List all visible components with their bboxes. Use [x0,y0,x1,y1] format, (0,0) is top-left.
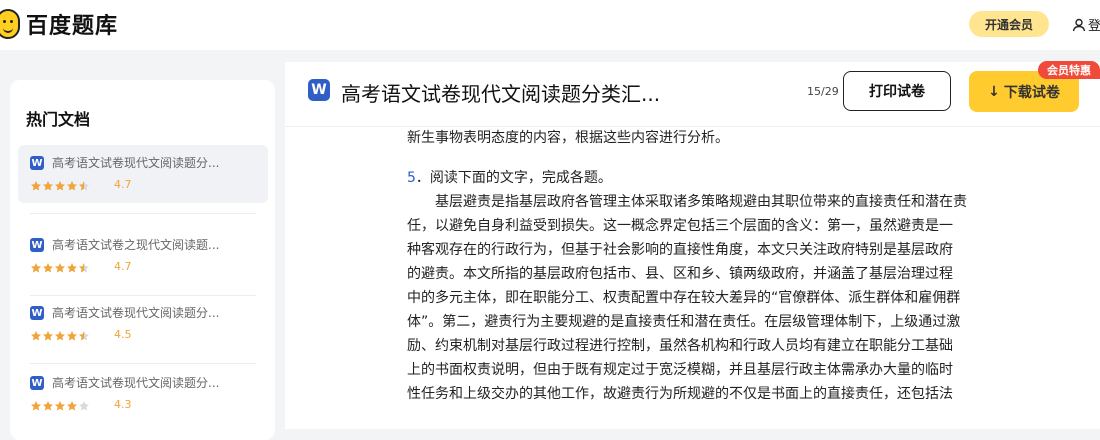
baidu-tiku-logo[interactable]: 百度题库 [0,8,118,40]
star-icon [54,400,66,412]
download-arrow-icon: ↓ [988,83,1000,100]
star-icon [78,400,90,412]
document-text-line: 的避责。本文所指的基层政府包括市、县、区和乡、镇两级政府，并涵盖了基层治理过程 [407,266,953,282]
document-text-line: 体”。第二，避责行为主要规避的是直接责任和潜在责任。在层级管理体制下，上级通过激 [407,314,961,330]
sidebar-title: 热门文档 [26,110,91,129]
document-body: 新生事物表明态度的内容，根据这些内容进行分析。 5．阅读下面的文字，完成各题。 基… [407,126,987,406]
star-icon [30,400,42,412]
star-icon [30,262,42,274]
document-panel: W 高考语文试卷现代文阅读题分类汇... 15/29 打印试卷 ↓ 下载试卷 会… [285,61,1100,429]
document-text-line: 5．阅读下面的文字，完成各题。 [407,170,612,186]
document-text-line: 新生事物表明态度的内容，根据这些内容进行分析。 [407,130,729,146]
star-icon [78,262,90,274]
document-text-line: 上的书面权责说明，但由于既有规定过于宽泛模糊，并且基层行政主体需承办大量的临时 [407,362,953,378]
star-icon [54,262,66,274]
hot-doc-item[interactable]: W 高考语文试卷现代文阅读题分... 4.3 [18,365,268,423]
hot-doc-title: 高考语文试卷现代文阅读题分... [52,306,220,320]
rating-value: 4.5 [114,328,132,341]
star-icon [30,180,42,192]
star-rating [30,180,90,192]
question-number: 5 [407,170,416,186]
rating-value: 4.7 [114,260,132,273]
word-doc-icon: W [308,79,330,101]
star-rating [30,400,90,412]
star-icon [66,262,78,274]
hot-doc-title: 高考语文试卷现代文阅读题分... [52,156,220,170]
document-text-line: 励、约束机制对基层行政过程进行控制，虽然各机构和行政人员均有建立在职能分工基础 [407,338,953,354]
star-rating [30,262,90,274]
star-icon [78,180,90,192]
hot-doc-title: 高考语文试卷之现代文阅读题... [52,238,220,252]
document-text-line: 任，以避免自身利益受到损失。这一概念界定包括三个层面的含义：第一，虽然避责是一 [407,218,953,234]
word-doc-icon: W [30,156,44,170]
hot-doc-item[interactable]: W 高考语文试卷现代文阅读题分... 4.5 [18,295,268,364]
star-icon [42,400,54,412]
user-icon [1072,18,1086,31]
star-icon [54,330,66,342]
star-icon [30,330,42,342]
word-doc-icon: W [30,306,44,320]
hot-documents-sidebar: 热门文档 W 高考语文试卷现代文阅读题分... 4.7 W 高考语文试卷之现代文阅读题.… [10,80,275,440]
rating-value: 4.3 [114,398,132,411]
top-bar: 百度题库 开通会员 登 [0,0,1100,50]
logo-text: 百度题库 [26,14,119,39]
star-icon [42,330,54,342]
star-rating [30,330,90,342]
document-text-line: 种客观存在的行政行为，但基于社会影响的直接性角度，本文只关注政府特别是基层政府 [407,242,953,258]
document-text-line: 中的多元主体，即在职能分工、权责配置中存在较大差异的“官僚群体、派生群体和雇佣群 [407,290,961,306]
document-text-line: 基层避责是指基层政府各管理主体采取诸多策略规避由其职位带来的直接责任和潜在责 [407,194,967,210]
star-icon [42,262,54,274]
rating-value: 4.7 [114,178,132,191]
document-text-line: 性任务和上级交办的其他工作，故避责行为所规避的不仅是书面上的直接责任，还包括法 [407,386,953,402]
word-doc-icon: W [30,238,44,252]
divider [30,363,256,364]
star-icon [42,180,54,192]
star-icon [66,180,78,192]
star-icon [54,180,66,192]
logo-mascot-icon [0,9,20,39]
hot-doc-title: 高考语文试卷现代文阅读题分... [52,376,220,390]
document-title: 高考语文试卷现代文阅读题分类汇... [341,82,661,106]
page-count: 15/29 [807,85,839,98]
word-doc-icon: W [30,376,44,390]
divider [30,213,256,214]
download-label: 下载试卷 [1003,84,1060,101]
hot-doc-item[interactable]: W 高考语文试卷之现代文阅读题... 4.7 [18,227,268,296]
hot-doc-item[interactable]: W 高考语文试卷现代文阅读题分... 4.7 [18,145,268,214]
star-icon [66,330,78,342]
open-vip-button[interactable]: 开通会员 [969,11,1049,37]
member-promo-badge: 会员特惠 [1038,61,1100,79]
login-link[interactable]: 登 [1072,15,1100,34]
document-header: W 高考语文试卷现代文阅读题分类汇... 15/29 打印试卷 ↓ 下载试卷 会… [285,61,1100,127]
star-icon [78,330,90,342]
login-label: 登 [1088,19,1100,34]
star-icon [66,400,78,412]
print-exam-button[interactable]: 打印试卷 [843,71,951,111]
